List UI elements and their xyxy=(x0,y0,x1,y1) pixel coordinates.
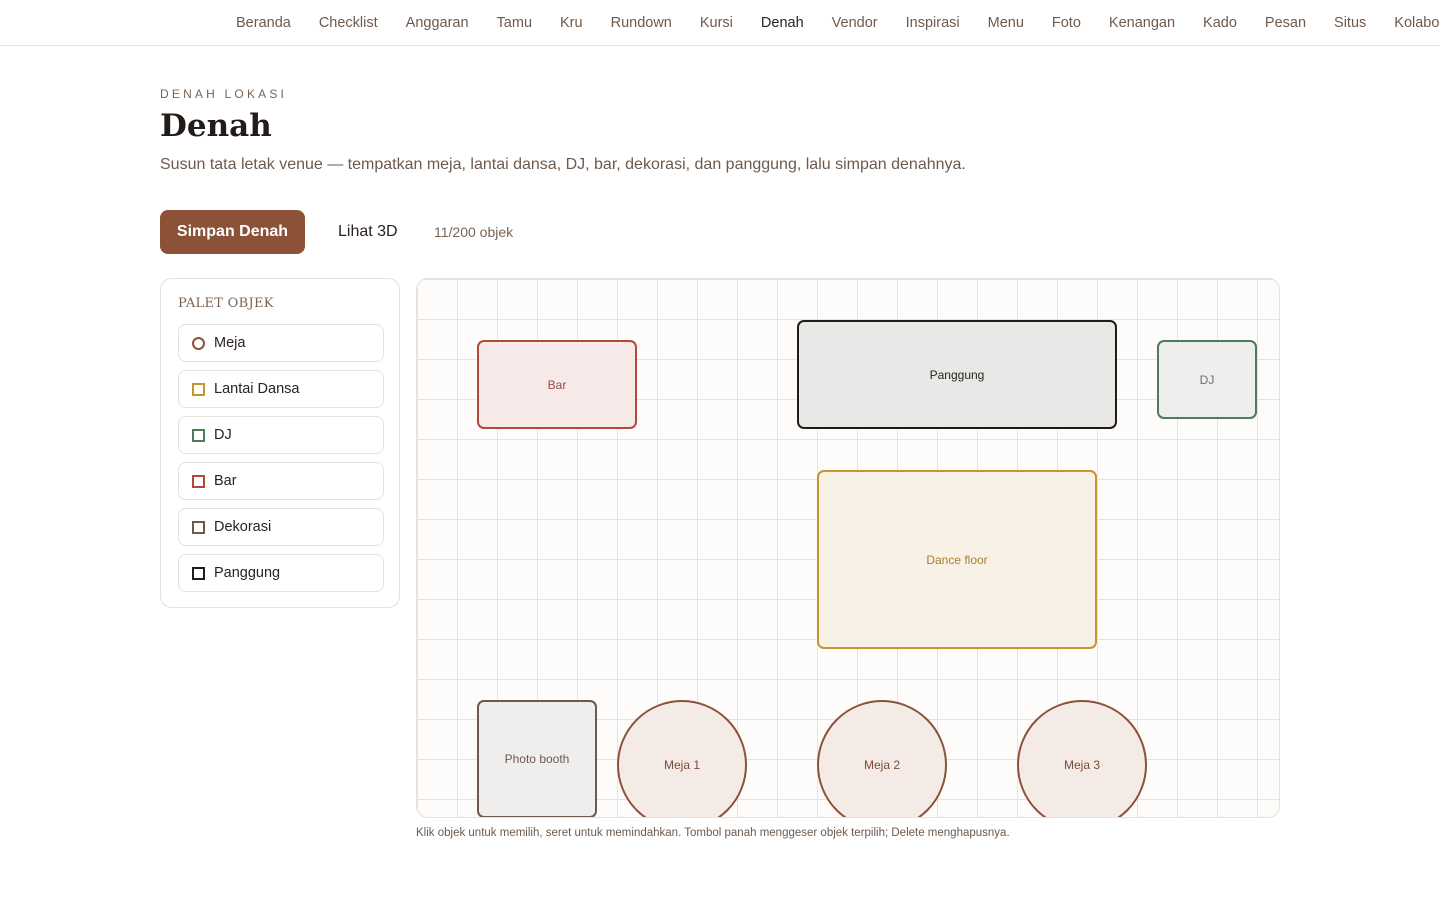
palette-item-lantai-dansa[interactable]: Lantai Dansa xyxy=(178,370,384,408)
page-title: Denah xyxy=(160,108,272,144)
palette-title: PALET OBJEK xyxy=(178,296,274,311)
section-eyebrow: DENAH LOKASI xyxy=(160,87,288,101)
tab-menu[interactable]: Menu xyxy=(974,0,1038,45)
palette-item-dj[interactable]: DJ xyxy=(178,416,384,454)
square-icon xyxy=(192,428,205,442)
tab-rundown[interactable]: Rundown xyxy=(597,0,686,45)
square-icon xyxy=(192,520,205,534)
tab-pesan[interactable]: Pesan xyxy=(1251,0,1320,45)
palette-item-bar[interactable]: Bar xyxy=(178,462,384,500)
view-3d-button[interactable]: Lihat 3D xyxy=(322,210,414,254)
nav-tabs: Beranda Checklist Anggaran Tamu Kru Rund… xyxy=(222,0,1440,45)
tab-inspirasi[interactable]: Inspirasi xyxy=(892,0,974,45)
tab-situs[interactable]: Situs xyxy=(1320,0,1380,45)
tab-tamu[interactable]: Tamu xyxy=(483,0,546,45)
palette-item-label: DJ xyxy=(214,427,232,443)
tab-checklist[interactable]: Checklist xyxy=(305,0,392,45)
tab-foto[interactable]: Foto xyxy=(1038,0,1095,45)
object-palette: PALET OBJEK Meja Lantai Dansa DJ Bar Dek… xyxy=(160,278,400,608)
palette-item-label: Meja xyxy=(214,335,246,351)
page-subtitle: Susun tata letak venue — tempatkan meja,… xyxy=(160,156,966,173)
floorplan-bar[interactable]: Bar xyxy=(477,340,637,429)
top-nav: Beranda Checklist Anggaran Tamu Kru Rund… xyxy=(0,0,1440,46)
tab-kenangan[interactable]: Kenangan xyxy=(1095,0,1189,45)
floorplan-stage[interactable]: Panggung xyxy=(797,320,1117,429)
tab-vendor[interactable]: Vendor xyxy=(818,0,892,45)
floorplan-table-2[interactable]: Meja 2 xyxy=(817,700,947,817)
floorplan-photo-booth[interactable]: Photo booth xyxy=(477,700,597,817)
floorplan-dance-floor[interactable]: Dance floor xyxy=(817,470,1097,649)
tab-kolaborasi[interactable]: Kolaborasi xyxy=(1380,0,1440,45)
tab-anggaran[interactable]: Anggaran xyxy=(392,0,483,45)
tab-kru[interactable]: Kru xyxy=(546,0,597,45)
floorplan-table-1[interactable]: Meja 1 xyxy=(617,700,747,817)
object-count: 11/200 objek xyxy=(434,224,514,240)
palette-item-dekorasi[interactable]: Dekorasi xyxy=(178,508,384,546)
floorplan-table-3[interactable]: Meja 3 xyxy=(1017,700,1147,817)
tab-denah[interactable]: Denah xyxy=(747,0,818,45)
palette-item-label: Dekorasi xyxy=(214,519,272,535)
circle-icon xyxy=(192,336,205,350)
canvas-hint: Klik objek untuk memilih, seret untuk me… xyxy=(416,827,1010,839)
palette-item-label: Lantai Dansa xyxy=(214,381,300,397)
save-floorplan-button[interactable]: Simpan Denah xyxy=(160,210,305,254)
square-icon xyxy=(192,474,205,488)
square-icon xyxy=(192,382,205,396)
tab-kado[interactable]: Kado xyxy=(1189,0,1251,45)
palette-item-label: Panggung xyxy=(214,565,281,581)
palette-item-label: Bar xyxy=(214,473,237,489)
tab-kursi[interactable]: Kursi xyxy=(686,0,747,45)
floorplan-canvas[interactable]: Bar Panggung DJ Dance floor Photo booth … xyxy=(416,278,1280,818)
tab-beranda[interactable]: Beranda xyxy=(222,0,305,45)
palette-item-meja[interactable]: Meja xyxy=(178,324,384,362)
palette-item-panggung[interactable]: Panggung xyxy=(178,554,384,592)
floorplan-dj[interactable]: DJ xyxy=(1157,340,1257,419)
square-icon xyxy=(192,566,205,580)
